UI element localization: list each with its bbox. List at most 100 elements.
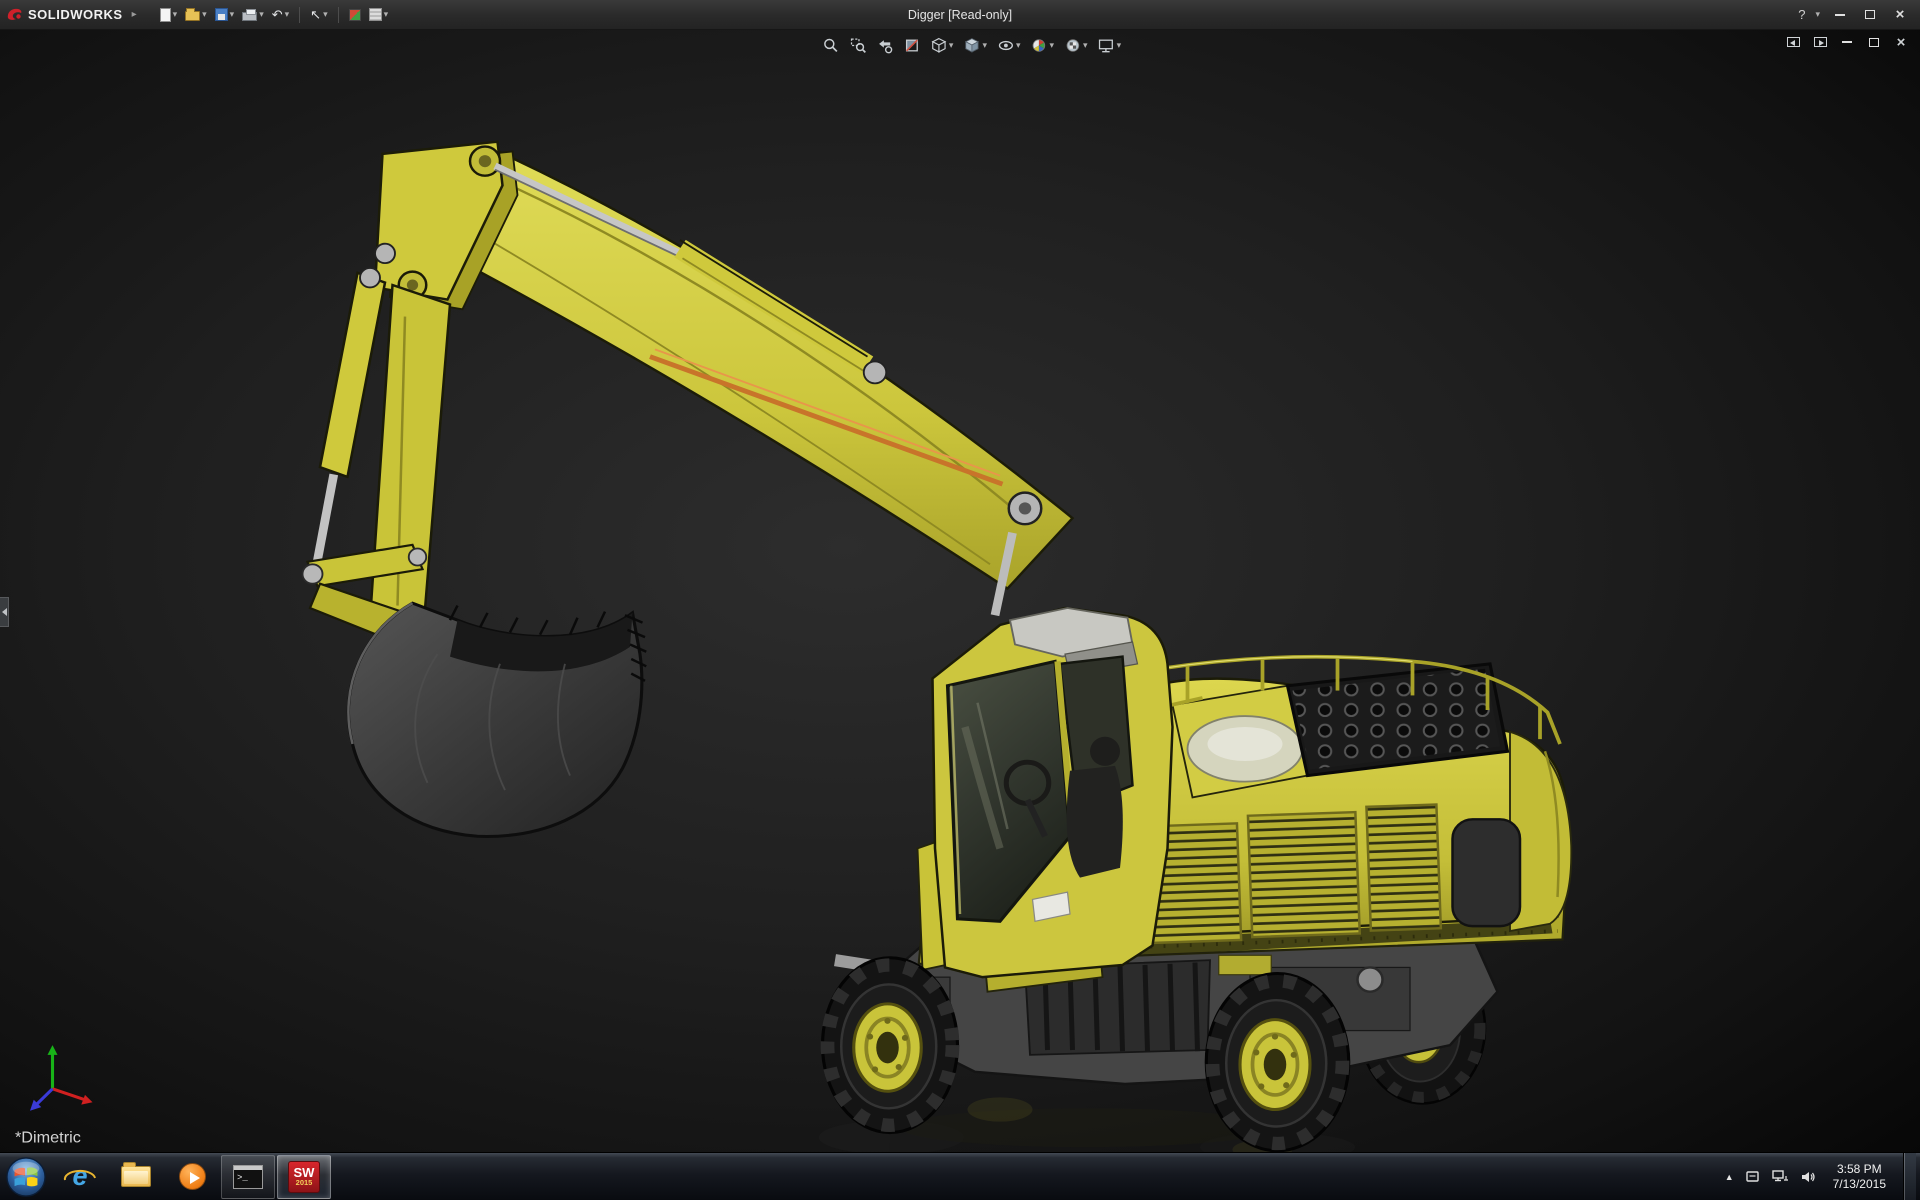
dropdown-caret[interactable]: ▾ [285, 10, 290, 19]
display-style-cube-icon [964, 38, 980, 53]
view-orientation-button[interactable]: ▾ [928, 35, 956, 56]
save-disk-icon [214, 8, 228, 21]
rear-window [1451, 818, 1522, 928]
zoom-to-fit-button[interactable] [820, 35, 841, 56]
clock-date: 7/13/2015 [1832, 1176, 1886, 1191]
xpress-products-icon [348, 8, 361, 21]
dropdown-caret[interactable]: ▾ [323, 10, 328, 19]
system-tray: ▲ 3:58 PM 7/13/2015 [1725, 1152, 1920, 1200]
help-caret[interactable]: ▾ [1815, 10, 1820, 19]
orientation-label: *Dimetric [15, 1129, 81, 1146]
title-bar: SOLIDWORKS ▸ ▾ ▾ ▾ ▾ ↶ ▾ ↖ ▾ ▾ Digger [R… [0, 0, 1920, 30]
dropdown-caret[interactable]: ▾ [173, 10, 178, 19]
zoom-to-area-icon [850, 38, 866, 54]
sheet-properties-icon [368, 8, 382, 21]
taskbar-solidworks[interactable]: SW 2015 [277, 1154, 331, 1199]
command-prompt-icon: >_ [233, 1164, 263, 1189]
close-document-button[interactable]: × [1892, 34, 1910, 50]
zoom-to-area-button[interactable] [847, 35, 868, 56]
close-button[interactable]: × [1890, 6, 1910, 24]
previous-view-icon [878, 40, 892, 54]
view-settings-icon [1099, 39, 1114, 53]
section-view-icon [905, 39, 918, 52]
taskbar-clock[interactable]: 3:58 PM 7/13/2015 [1827, 1162, 1892, 1192]
show-desktop-button[interactable] [1903, 1152, 1916, 1200]
open-document-button[interactable]: ▾ [182, 4, 210, 26]
standard-toolbar: ▾ ▾ ▾ ▾ ↶ ▾ ↖ ▾ ▾ [157, 4, 392, 26]
dropdown-caret[interactable]: ▾ [230, 10, 235, 19]
restore-document-button[interactable] [1865, 34, 1883, 50]
dropdown-caret[interactable]: ▾ [949, 41, 954, 50]
taskbar: e >_ SW 2015 ▲ 3:58 PM 7/13/2015 [0, 1152, 1920, 1200]
solidworks-app-icon: SW 2015 [288, 1160, 320, 1193]
dropdown-caret[interactable]: ▾ [202, 10, 207, 19]
dropdown-caret[interactable]: ▾ [1083, 41, 1088, 50]
heads-up-view-toolbar: ▾ ▾ ▾ ▾ ▾ ▾ [820, 35, 1123, 56]
dropdown-caret[interactable]: ▾ [982, 41, 987, 50]
dropdown-caret[interactable]: ▾ [1016, 41, 1021, 50]
wheel-rear-left[interactable] [1204, 972, 1351, 1152]
start-button[interactable] [0, 1154, 52, 1200]
brand-text: SOLIDWORKS [28, 7, 123, 22]
taskbar-command-prompt[interactable]: >_ [221, 1154, 275, 1199]
sheet-properties-button[interactable]: ▾ [366, 4, 392, 26]
eye-icon [998, 40, 1013, 51]
clock-time: 3:58 PM [1836, 1161, 1882, 1176]
featuremanager-collapse-tab[interactable] [0, 597, 9, 627]
print-button[interactable]: ▾ [239, 4, 267, 26]
seat [1066, 765, 1123, 878]
xpress-products-button[interactable] [346, 4, 364, 26]
pane-right-button[interactable] [1811, 34, 1829, 50]
open-folder-icon [185, 8, 201, 21]
window-controls: ? ▾ × [1798, 6, 1920, 24]
dropdown-caret[interactable]: ▾ [1117, 41, 1122, 50]
printer-icon [242, 9, 258, 21]
undo-icon: ↶ [271, 7, 283, 22]
zoom-to-fit-icon [823, 38, 837, 53]
hide-show-items-button[interactable]: ▾ [995, 35, 1023, 56]
previous-view-button[interactable] [874, 35, 895, 56]
side-vents [1128, 803, 1443, 945]
new-document-button[interactable]: ▾ [157, 4, 181, 26]
edit-appearance-button[interactable]: ▾ [1029, 35, 1057, 56]
volume-icon[interactable] [1800, 1170, 1816, 1184]
undo-button[interactable]: ↶ ▾ [269, 4, 292, 26]
tray-expand-button[interactable]: ▲ [1725, 1172, 1734, 1182]
windows-orb-icon [6, 1156, 46, 1197]
new-document-icon [159, 7, 171, 22]
solidworks-brand: SOLIDWORKS ▸ [0, 6, 149, 23]
section-view-button[interactable] [901, 35, 922, 56]
media-player-icon [178, 1163, 206, 1190]
view-settings-button[interactable]: ▾ [1096, 35, 1124, 56]
dropdown-caret[interactable]: ▾ [259, 10, 264, 19]
minimize-button[interactable] [1830, 6, 1850, 24]
action-center-icon[interactable] [1745, 1170, 1761, 1184]
taskbar-file-explorer[interactable] [109, 1155, 163, 1199]
folder-icon [121, 1162, 151, 1187]
toolbar-separator [337, 6, 339, 23]
pane-left-button[interactable] [1784, 34, 1802, 50]
display-style-button[interactable]: ▾ [961, 35, 989, 56]
appearance-ball-icon [1032, 39, 1046, 52]
solidworks-logo-icon [7, 8, 22, 20]
restore-button[interactable] [1860, 6, 1880, 24]
toolbar-separator [299, 6, 301, 23]
menu-expand-arrow[interactable]: ▸ [128, 9, 141, 20]
network-icon[interactable] [1771, 1169, 1789, 1184]
graphics-area[interactable]: ▾ ▾ ▾ ▾ ▾ ▾ × *Dimetric [0, 30, 1920, 1152]
save-button[interactable]: ▾ [212, 4, 238, 26]
dropdown-caret[interactable]: ▾ [384, 10, 389, 19]
taskbar-internet-explorer[interactable]: e [53, 1155, 107, 1199]
ie-orbit-icon [63, 1169, 96, 1180]
cab[interactable] [931, 606, 1174, 979]
select-button[interactable]: ↖ ▾ [307, 4, 330, 26]
model-scene[interactable]: *Dimetric [0, 30, 1920, 1152]
taskbar-media-player[interactable] [165, 1155, 219, 1199]
apply-scene-button[interactable]: ▾ [1062, 35, 1090, 56]
minimize-document-button[interactable] [1838, 34, 1856, 50]
help-button[interactable]: ? [1798, 7, 1805, 22]
dropdown-caret[interactable]: ▾ [1050, 41, 1055, 50]
document-window-controls: × [1784, 34, 1910, 50]
solidworks-window: SOLIDWORKS ▸ ▾ ▾ ▾ ▾ ↶ ▾ ↖ ▾ ▾ Digger [R… [0, 0, 1920, 1200]
wheel-front-left[interactable] [820, 956, 960, 1135]
